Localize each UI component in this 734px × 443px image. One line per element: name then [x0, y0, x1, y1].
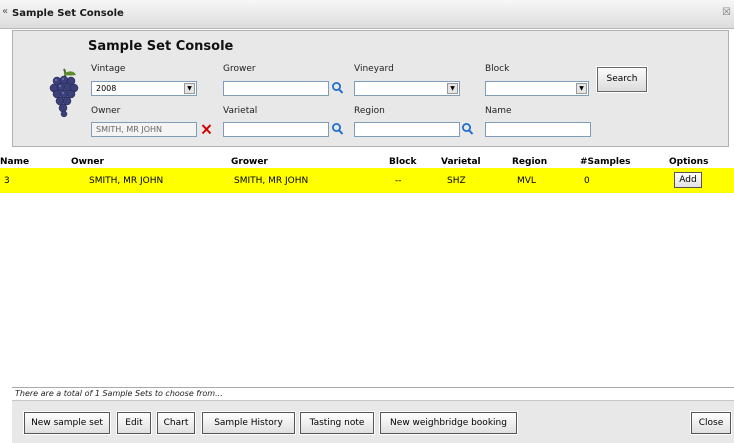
- name-label: Name: [485, 106, 512, 116]
- search-button[interactable]: Search: [596, 66, 648, 93]
- vineyard-select[interactable]: ▼: [354, 81, 460, 96]
- col-varietal[interactable]: Varietal: [441, 157, 481, 167]
- cell-owner: SMITH, MR JOHN: [89, 176, 164, 186]
- window-title: Sample Set Console: [12, 8, 124, 19]
- clear-owner-icon[interactable]: [200, 122, 213, 136]
- col-region[interactable]: Region: [512, 157, 547, 167]
- col-owner[interactable]: Owner: [71, 157, 104, 167]
- owner-field: SMITH, MR JOHN: [91, 122, 197, 137]
- dropdown-arrow-icon[interactable]: ▼: [184, 83, 195, 94]
- resize-corner-icon: «: [2, 6, 9, 17]
- status-bar: There are a total of 1 Sample Sets to ch…: [12, 387, 734, 399]
- new-weighbridge-booking-button[interactable]: New weighbridge booking: [379, 411, 518, 435]
- vintage-select[interactable]: 2008 ▼: [91, 81, 197, 96]
- tasting-note-button[interactable]: Tasting note: [299, 411, 375, 435]
- grape-bunch-icon: [49, 68, 79, 117]
- region-search-icon[interactable]: [461, 122, 474, 136]
- panel-heading: Sample Set Console: [88, 39, 234, 54]
- col-options: Options: [669, 157, 709, 167]
- search-panel: Sample Set Console Vintage Grower Vineya…: [12, 30, 729, 147]
- table-header: Name Owner Grower Block Varietal Region …: [0, 157, 734, 168]
- region-label: Region: [354, 106, 385, 116]
- footer-toolbar: New sample set Edit Chart Sample History…: [12, 400, 734, 443]
- window-left-edge: [0, 28, 12, 442]
- col-block[interactable]: Block: [389, 157, 416, 167]
- col-samples[interactable]: #Samples: [580, 157, 630, 167]
- name-input[interactable]: [485, 122, 591, 137]
- cell-samples: 0: [584, 176, 590, 186]
- cell-varietal: SHZ: [447, 176, 466, 186]
- region-input[interactable]: [354, 122, 460, 137]
- title-bar: « Sample Set Console ☒: [0, 0, 734, 29]
- vintage-label: Vintage: [91, 64, 126, 74]
- grower-input[interactable]: [223, 81, 329, 96]
- window-close-icon[interactable]: ☒: [722, 7, 731, 18]
- col-name[interactable]: Name: [0, 157, 29, 167]
- grower-label: Grower: [223, 64, 256, 74]
- varietal-search-icon[interactable]: [331, 122, 344, 136]
- sample-history-button[interactable]: Sample History: [201, 411, 296, 435]
- col-grower[interactable]: Grower: [231, 157, 268, 167]
- cell-grower: SMITH, MR JOHN: [234, 176, 309, 186]
- owner-label: Owner: [91, 106, 121, 116]
- vineyard-label: Vineyard: [354, 64, 394, 74]
- cell-region: MVL: [517, 176, 536, 186]
- new-sample-set-button[interactable]: New sample set: [23, 411, 111, 435]
- block-select[interactable]: ▼: [485, 81, 589, 96]
- table-row[interactable]: 3 SMITH, MR JOHN SMITH, MR JOHN -- SHZ M…: [0, 168, 734, 193]
- varietal-label: Varietal: [223, 106, 258, 116]
- close-button[interactable]: Close: [690, 411, 732, 435]
- chart-button[interactable]: Chart: [156, 411, 196, 435]
- dropdown-arrow-icon[interactable]: ▼: [447, 83, 458, 94]
- cell-name: 3: [4, 176, 10, 186]
- add-sample-button[interactable]: Add: [674, 172, 702, 188]
- grower-search-icon[interactable]: [331, 81, 344, 95]
- dropdown-arrow-icon[interactable]: ▼: [576, 83, 587, 94]
- block-label: Block: [485, 64, 510, 74]
- edit-button[interactable]: Edit: [116, 411, 152, 435]
- varietal-input[interactable]: [223, 122, 329, 137]
- cell-block: --: [395, 176, 402, 186]
